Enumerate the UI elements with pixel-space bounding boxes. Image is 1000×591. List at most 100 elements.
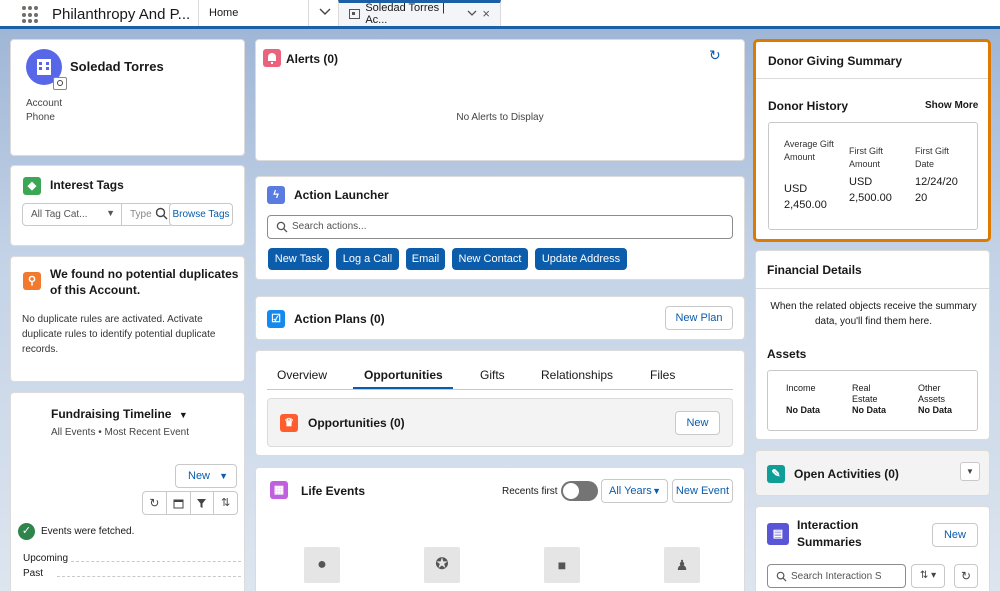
- update-address-button[interactable]: Update Address: [535, 248, 627, 270]
- recents-first-label: Recents first: [502, 486, 558, 497]
- interaction-new-button[interactable]: New: [932, 523, 978, 547]
- tag-category-select[interactable]: All Tag Cat... ▼: [22, 203, 122, 226]
- new-contact-button[interactable]: New Contact: [452, 248, 528, 270]
- sort-icon[interactable]: ⇅: [214, 492, 237, 514]
- person-event-icon[interactable]: ●: [304, 547, 340, 583]
- interaction-title: Interaction Summaries: [797, 518, 862, 549]
- account-icon: [349, 8, 361, 19]
- donor-summary-title: Donor Giving Summary: [768, 54, 903, 68]
- refresh-icon[interactable]: ↻: [143, 492, 167, 514]
- assets-box: Income No Data Real Estate No Data Other…: [767, 370, 978, 431]
- alerts-title: Alerts (0): [286, 52, 339, 66]
- upcoming-divider: [71, 561, 241, 562]
- browse-tags-button[interactable]: Browse Tags: [169, 203, 233, 226]
- timeline-new-button[interactable]: New ▼: [175, 464, 237, 488]
- calendar-icon: ▦: [270, 481, 288, 499]
- tab-gifts[interactable]: Gifts: [480, 368, 505, 382]
- camera-icon[interactable]: [53, 77, 67, 90]
- income-label: Income: [786, 383, 816, 393]
- close-tab-icon[interactable]: ×: [482, 7, 490, 20]
- timeline-title-text: Fundraising Timeline: [51, 407, 172, 421]
- new-event-button[interactable]: New Event: [672, 479, 733, 503]
- tab-relationships[interactable]: Relationships: [541, 368, 613, 382]
- first-gift-date-label: First Gift Date: [915, 146, 949, 169]
- interaction-summaries-card: ▤ Interaction Summaries New Search Inter…: [755, 506, 990, 591]
- tag-category-value: All Tag Cat...: [31, 209, 88, 220]
- calendar-icon[interactable]: [167, 492, 191, 514]
- related-tabs-card: Overview Opportunities Gifts Relationshi…: [255, 350, 745, 456]
- tabs-divider: [267, 389, 733, 390]
- nav-record-tab[interactable]: Soledad Torres | Ac... ×: [338, 0, 501, 26]
- briefcase-event-icon[interactable]: ■: [544, 547, 580, 583]
- search-icon: [276, 221, 288, 236]
- financial-divider: [756, 288, 989, 289]
- people-event-icon[interactable]: ♟: [664, 547, 700, 583]
- tag-icon: ◆: [23, 177, 41, 195]
- assets-title: Assets: [767, 347, 807, 361]
- wrench-icon: ✎: [767, 465, 785, 483]
- other-assets-label: Other Assets: [918, 383, 946, 404]
- open-activities-card: ✎ Open Activities (0) ▼: [755, 450, 990, 496]
- income-value: No Data: [786, 405, 821, 415]
- timeline-past[interactable]: Past: [23, 568, 43, 579]
- first-gift-date-value: 12/24/2020: [915, 176, 958, 204]
- app-launcher-icon[interactable]: [22, 6, 40, 24]
- timeline-toolbar: ↻ ⇅: [142, 491, 238, 515]
- email-button[interactable]: Email: [406, 248, 445, 270]
- search-icon: [155, 207, 168, 223]
- donor-history-box: Average Gift Amount USD 2,450.00 First G…: [768, 122, 978, 230]
- app-window: Philanthropy And P... Home Soledad Torre…: [0, 0, 1000, 591]
- avg-gift-label: Average Gift Amount: [784, 139, 834, 162]
- interaction-sort-button[interactable]: ⇅ ▾: [911, 564, 945, 588]
- first-gift-amount-label: First Gift Amount: [849, 146, 883, 169]
- timeline-status: Events were fetched.: [41, 526, 135, 537]
- life-events-card: ▦ Life Events Recents first All Years ▼ …: [255, 467, 745, 591]
- new-task-button[interactable]: New Task: [268, 248, 329, 270]
- timeline-title[interactable]: Fundraising Timeline ▼: [51, 407, 188, 421]
- account-header-card: Soledad Torres Account Phone: [10, 39, 245, 156]
- other-assets-value: No Data: [918, 405, 953, 415]
- crown-icon: ♛: [280, 414, 298, 432]
- award-event-icon[interactable]: ✪: [424, 547, 460, 583]
- fundraising-timeline-card: Fundraising Timeline ▼ All Events • Most…: [10, 392, 245, 591]
- new-plan-button[interactable]: New Plan: [665, 306, 733, 330]
- filter-icon[interactable]: [191, 492, 215, 514]
- donor-giving-summary-card: Donor Giving Summary Donor History Show …: [753, 39, 991, 242]
- show-more-link[interactable]: Show More: [925, 100, 978, 111]
- record-tab-label: Soledad Torres | Ac...: [365, 1, 446, 26]
- action-launcher-title: Action Launcher: [294, 188, 389, 202]
- chevron-down-icon: ▼: [652, 486, 661, 496]
- donor-history-title: Donor History: [768, 99, 849, 113]
- account-field-label: Account: [26, 98, 63, 109]
- recents-first-toggle[interactable]: [561, 481, 598, 501]
- tab-overview[interactable]: Overview: [277, 368, 327, 382]
- first-gift-amount-value: USD 2,500.00: [849, 176, 892, 204]
- nav-home-tab[interactable]: Home: [198, 0, 308, 26]
- tab-chevron-down-icon[interactable]: [467, 8, 477, 20]
- alerts-refresh-icon[interactable]: ↻: [709, 47, 721, 64]
- timeline-new-label: New: [188, 470, 211, 482]
- timeline-upcoming[interactable]: Upcoming: [23, 553, 68, 564]
- financial-details-card: Financial Details When the related objec…: [755, 250, 990, 440]
- top-nav-bar: Philanthropy And P... Home Soledad Torre…: [0, 0, 1000, 29]
- log-a-call-button[interactable]: Log a Call: [336, 248, 399, 270]
- all-years-select[interactable]: All Years ▼: [601, 479, 668, 503]
- checklist-icon: ☑: [267, 310, 285, 328]
- tab-opportunities[interactable]: Opportunities: [364, 368, 443, 382]
- nav-chevron-down-icon[interactable]: [308, 0, 338, 26]
- action-search-placeholder: Search actions...: [292, 221, 367, 232]
- open-activities-title: Open Activities (0): [794, 467, 899, 481]
- opportunities-new-button[interactable]: New: [675, 411, 720, 435]
- interest-tags-title: Interest Tags: [50, 178, 124, 192]
- interaction-search-placeholder: Search Interaction S: [791, 571, 882, 582]
- real-estate-label: Real Estate: [852, 383, 878, 404]
- interaction-refresh-icon[interactable]: ↻: [954, 564, 978, 588]
- opportunities-related-list: ♛ Opportunities (0) New: [267, 398, 733, 447]
- action-search-input[interactable]: Search actions...: [267, 215, 733, 239]
- open-activities-menu-icon[interactable]: ▼: [960, 462, 980, 481]
- interaction-search-input[interactable]: Search Interaction S: [767, 564, 906, 588]
- donor-summary-divider: [756, 78, 988, 79]
- opportunities-title: Opportunities (0): [308, 416, 405, 430]
- tag-type-input[interactable]: Type: [121, 203, 173, 226]
- tab-files[interactable]: Files: [650, 368, 675, 382]
